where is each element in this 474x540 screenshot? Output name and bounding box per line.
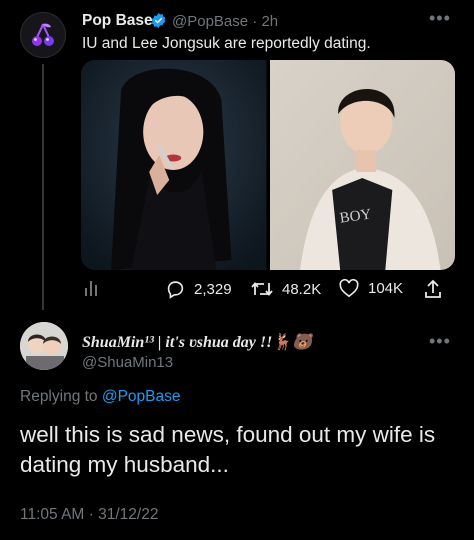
reply-button[interactable]: 2,329 xyxy=(164,278,232,300)
reply-text: well this is sad news, found out my wife… xyxy=(20,422,436,477)
author-handle[interactable]: @PopBase xyxy=(172,13,248,30)
retweet-count: 48.2K xyxy=(282,280,322,298)
replying-prefix: Replying to xyxy=(20,388,98,405)
tweet-media[interactable]: BOY xyxy=(81,60,455,270)
photo-left[interactable] xyxy=(81,60,267,270)
analytics-icon xyxy=(85,281,97,296)
reply-timestamp[interactable]: 11:05 AM · 31/12/22 xyxy=(20,506,158,524)
analytics-button[interactable] xyxy=(82,278,102,298)
share-button[interactable] xyxy=(423,278,443,300)
tweet-text: IU and Lee Jongsuk are reportedly dating… xyxy=(82,35,371,52)
replying-to-link[interactable]: @PopBase xyxy=(102,388,181,405)
popbase-avatar[interactable] xyxy=(20,12,66,58)
like-icon xyxy=(339,278,359,298)
reply-display-name[interactable]: ShuaMin¹³ | it's ʋshua day !!🦌🐻 xyxy=(82,332,312,352)
thread-connector-line xyxy=(42,64,44,310)
like-button[interactable]: 104K xyxy=(338,278,403,298)
cherries-icon xyxy=(32,23,54,46)
reply-handle[interactable]: @ShuaMin13 xyxy=(82,354,173,371)
photo-right[interactable]: BOY xyxy=(269,60,456,270)
author-name[interactable]: Pop Base xyxy=(82,12,153,30)
reply-more-icon[interactable]: ••• xyxy=(429,331,451,352)
reply-count: 2,329 xyxy=(194,280,232,298)
retweet-icon xyxy=(251,282,273,296)
more-icon[interactable]: ••• xyxy=(429,8,451,29)
replying-to: Replying to @PopBase xyxy=(20,388,181,406)
retweet-button[interactable]: 48.2K xyxy=(250,278,321,300)
shuamin-avatar[interactable] xyxy=(20,322,68,370)
verified-badge-icon xyxy=(151,13,166,28)
share-icon xyxy=(425,279,441,298)
like-count: 104K xyxy=(368,279,404,297)
avatar-image xyxy=(20,322,68,370)
meta-separator: · xyxy=(252,13,258,30)
tweet-actions: 2,329 48.2K 104K xyxy=(0,278,474,300)
reply-icon xyxy=(167,281,184,299)
tweet-time[interactable]: 2h xyxy=(261,13,278,30)
tweet-meta: @PopBase · 2h xyxy=(172,13,278,30)
